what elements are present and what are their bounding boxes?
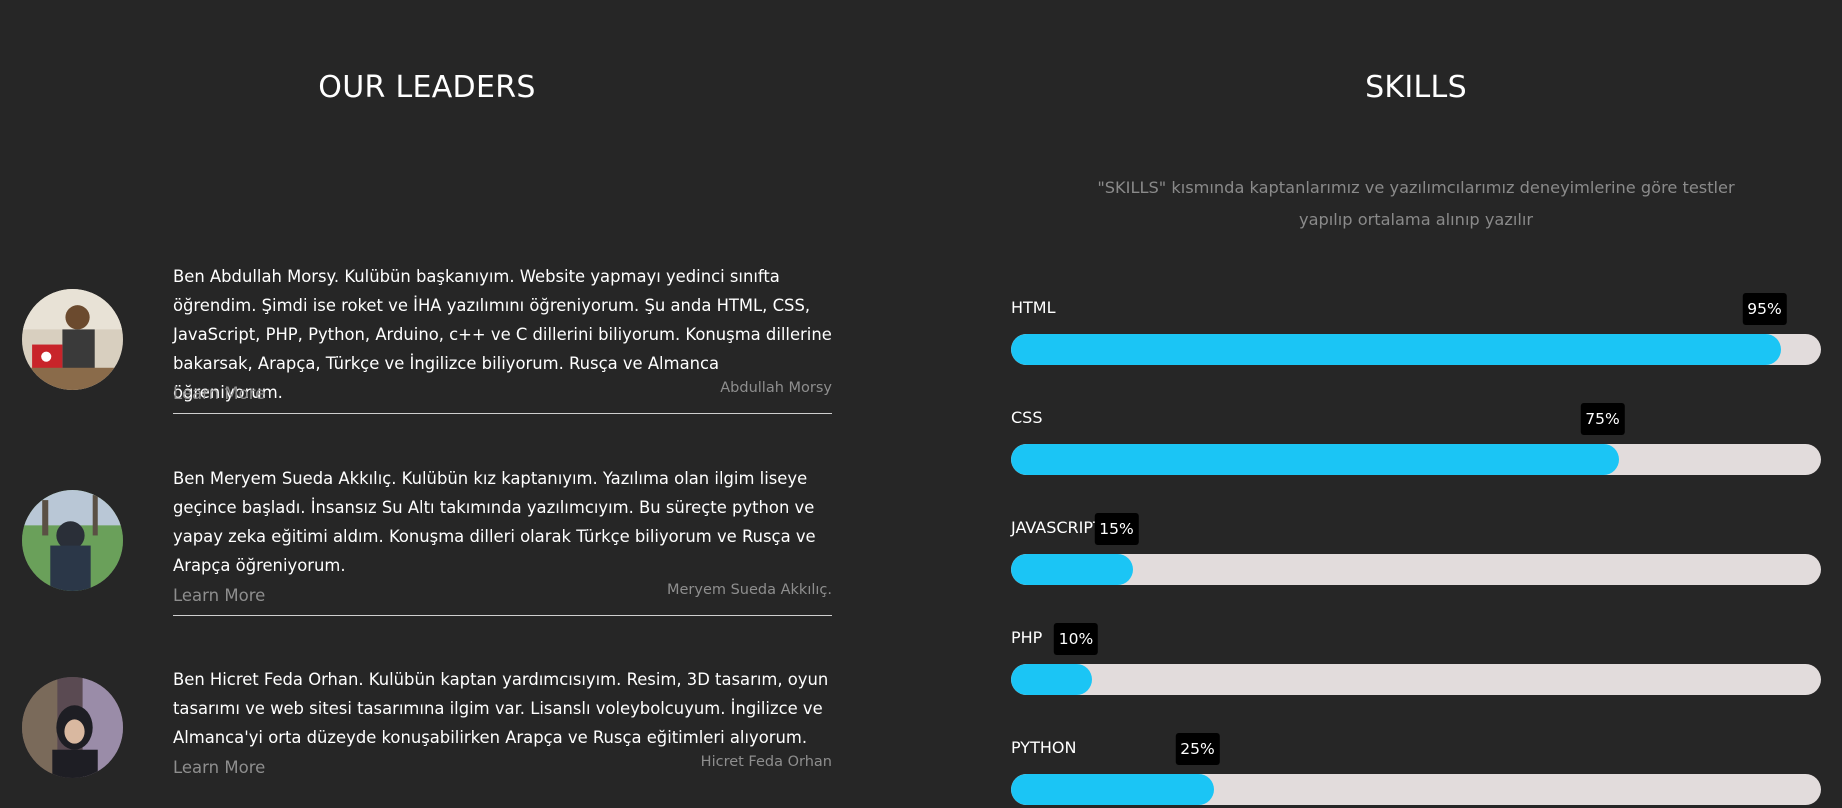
leader-bio: Ben Hicret Feda Orhan. Kulübün kaptan ya… [173,670,829,747]
leader-avatar [22,677,123,778]
divider [173,413,832,414]
leader-name: Meryem Sueda Akkılıç. [666,582,832,598]
leaders-section: OUR LEADERS Ben Abdullah Morsy. Kulübün … [0,0,860,786]
skill-progress-track [1011,444,1821,475]
learn-more-link[interactable]: Learn More [173,586,265,605]
skill-css: CSS 75% [1011,403,1821,478]
skill-progress-track [1011,554,1821,585]
skill-percent-badge: 10% [1053,623,1099,655]
skill-label: JAVASCRIPT [1011,518,1103,537]
avatar-photo-icon [22,677,123,778]
learn-more-link[interactable]: Learn More [173,384,265,403]
avatar-photo-icon [22,490,123,591]
skill-progress-fill [1011,444,1619,475]
skill-percent-badge: 95% [1742,293,1787,325]
avatar-photo-icon [22,289,123,390]
skills-title: SKILLS [1365,70,1467,105]
skill-progress-fill [1011,774,1214,805]
skill-label: CSS [1011,408,1043,427]
leader-bio: Ben Meryem Sueda Akkılıç. Kulübün kız ka… [173,469,816,575]
learn-more-link[interactable]: Learn More [173,758,265,777]
skill-label: PHP [1011,628,1043,647]
skill-percent-badge: 25% [1175,733,1220,765]
skill-progress-track [1011,334,1821,365]
skill-progress-fill [1011,554,1133,585]
skill-progress-fill [1011,664,1092,695]
leaders-title: OUR LEADERS [318,70,536,105]
skills-section: SKILLS "SKILLS" kısmında kaptanlarımız v… [1000,0,1842,805]
skill-percent-badge: 15% [1094,513,1139,545]
skill-progress-track [1011,774,1821,805]
skill-html: HTML 95% [1011,293,1821,368]
skill-label: HTML [1011,298,1056,317]
skill-python: PYTHON 25% [1011,733,1821,808]
skill-javascript: JAVASCRIPT 15% [1011,513,1821,588]
skills-description: "SKILLS" kısmında kaptanlarımız ve yazıl… [1097,178,1735,229]
skill-label: PYTHON [1011,738,1077,757]
leader-name: Abdullah Morsy [720,380,832,396]
leader-avatar [22,289,123,390]
skill-percent-badge: 75% [1580,403,1625,435]
skill-php: PHP 10% [1011,623,1821,698]
leader-avatar [22,490,123,591]
skill-progress-fill [1011,334,1781,365]
divider [173,615,832,616]
skill-progress-track [1011,664,1821,695]
leader-name: Hicret Feda Orhan [700,754,832,770]
